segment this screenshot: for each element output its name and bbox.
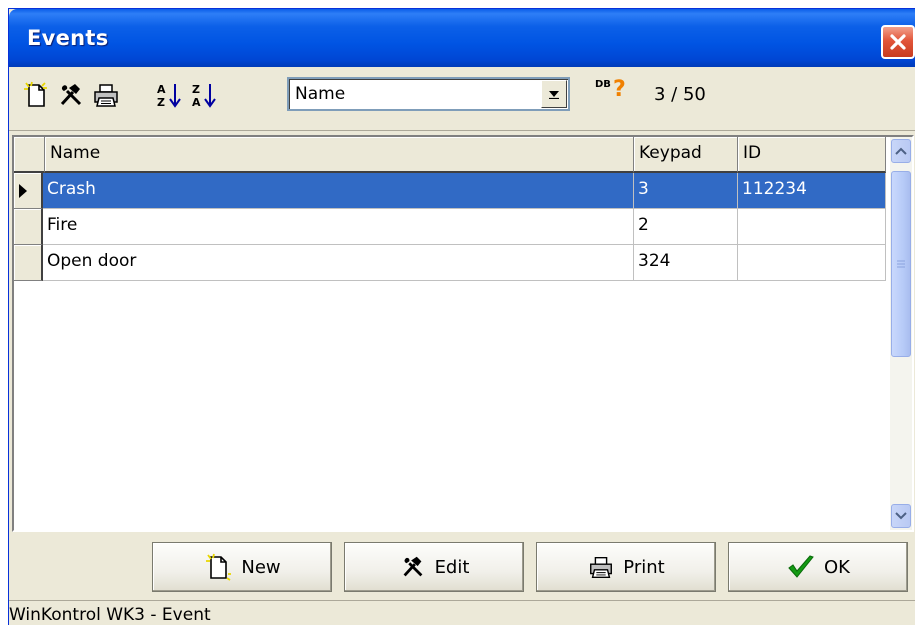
db-label: DB [595, 79, 611, 90]
sort-ascending-tool[interactable]: A Z [154, 80, 184, 110]
svg-text:A: A [157, 83, 166, 96]
grip-icon [897, 260, 905, 268]
chevron-up-icon [895, 147, 907, 155]
new-record-tool[interactable] [21, 80, 51, 110]
record-counter: 3 / 50 [654, 84, 706, 105]
table-row[interactable]: Open door 324 [14, 245, 886, 281]
chevron-down-icon [549, 91, 559, 99]
row-indicator[interactable] [14, 245, 43, 281]
new-document-icon [206, 553, 232, 581]
cell-id[interactable]: 112234 [738, 173, 886, 209]
print-button[interactable]: Print [536, 542, 716, 592]
cell-id[interactable] [738, 245, 886, 281]
scroll-up-button[interactable] [891, 139, 911, 163]
cell-id[interactable] [738, 209, 886, 245]
close-button[interactable] [881, 25, 915, 59]
print-tool[interactable] [91, 80, 121, 110]
cell-keypad[interactable]: 3 [634, 173, 738, 209]
sort-field-select[interactable]: Name [287, 77, 570, 111]
edit-tools-icon [403, 556, 422, 577]
new-button[interactable]: New [152, 542, 332, 592]
sort-ascending-icon: A Z [157, 83, 181, 109]
toolbar: A Z Z A Name DB ? 3 / 50 [9, 67, 915, 131]
vertical-scrollbar[interactable] [890, 137, 912, 530]
cell-name[interactable]: Crash [43, 173, 634, 209]
row-indicator[interactable] [14, 209, 43, 245]
window-title: Events [27, 26, 109, 50]
grid-header: Name Keypad ID [14, 137, 886, 173]
database-query-tool[interactable]: DB ? [595, 79, 633, 109]
events-window: Events A Z Z A Name DB ? 3 / 50 Name Key… [8, 8, 915, 625]
sort-field-value: Name [295, 84, 346, 104]
edit-tool[interactable] [56, 80, 86, 110]
column-header-keypad[interactable]: Keypad [634, 137, 738, 173]
edit-tools-icon [60, 84, 82, 106]
svg-text:Z: Z [157, 96, 165, 109]
cell-name[interactable]: Open door [43, 245, 634, 281]
current-row-arrow-icon [19, 183, 27, 198]
sort-descending-icon: Z A [192, 83, 216, 109]
new-document-icon [24, 81, 47, 107]
status-bar: WinKontrol WK3 - Event [9, 600, 915, 625]
close-icon [890, 34, 906, 50]
chevron-down-icon [895, 512, 907, 520]
status-text: WinKontrol WK3 - Event [9, 605, 211, 625]
svg-text:Z: Z [192, 83, 200, 96]
print-button-label: Print [623, 556, 665, 578]
header-corner [14, 137, 45, 173]
edit-button-label: Edit [434, 556, 470, 578]
edit-button[interactable]: Edit [344, 542, 524, 592]
print-icon [94, 84, 118, 107]
events-grid[interactable]: Name Keypad ID Crash 3 112234 Fire 2 Ope… [12, 135, 914, 532]
ok-button-label: OK [824, 556, 850, 578]
cell-keypad[interactable]: 324 [634, 245, 738, 281]
ok-button[interactable]: OK [728, 542, 908, 592]
dropdown-button[interactable] [541, 80, 567, 108]
table-row[interactable]: Fire 2 [14, 209, 886, 245]
column-header-name[interactable]: Name [45, 137, 634, 173]
svg-text:A: A [192, 96, 201, 109]
scroll-down-button[interactable] [891, 504, 911, 528]
title-bar[interactable]: Events [9, 9, 915, 67]
print-icon [590, 556, 613, 578]
scroll-thumb[interactable] [891, 171, 911, 357]
sort-descending-tool[interactable]: Z A [189, 80, 219, 110]
row-indicator[interactable] [14, 173, 43, 209]
cell-keypad[interactable]: 2 [634, 209, 738, 245]
db-question-mark: ? [613, 77, 626, 102]
column-header-id[interactable]: ID [738, 137, 886, 173]
checkmark-icon [788, 555, 814, 578]
table-row[interactable]: Crash 3 112234 [14, 173, 886, 209]
cell-name[interactable]: Fire [43, 209, 634, 245]
new-button-label: New [241, 556, 281, 578]
